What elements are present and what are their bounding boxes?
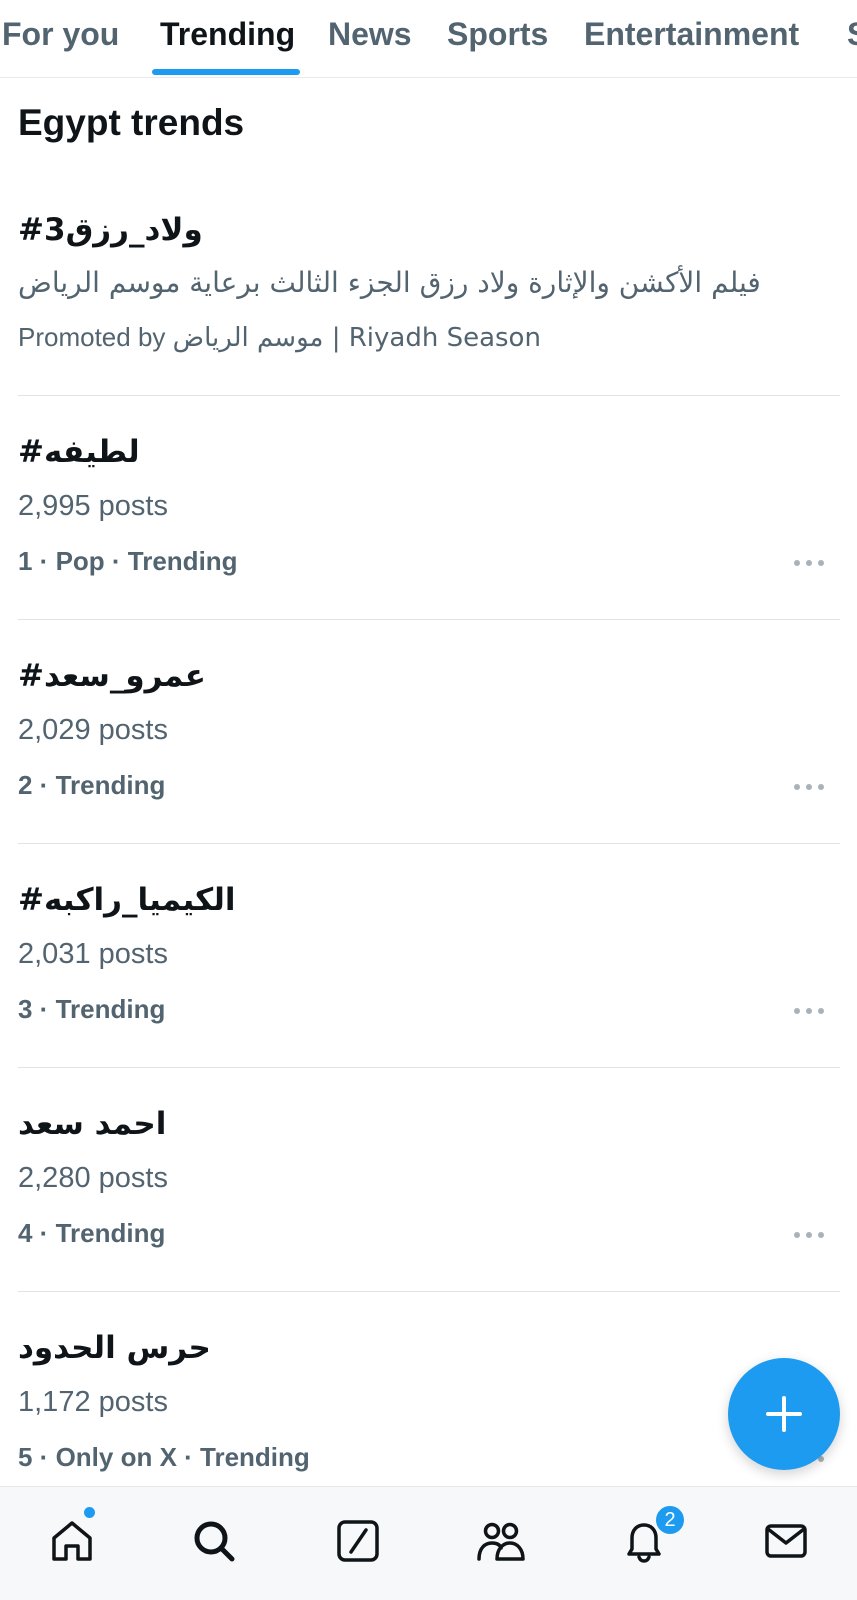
section-title: Egypt trends bbox=[18, 102, 245, 143]
promoted-description: فيلم الأكشن والإثارة ولاد رزق الجزء الثا… bbox=[18, 266, 761, 299]
nav-messages[interactable] bbox=[756, 1511, 816, 1571]
promoted-trend[interactable]: #ولاد_رزق3 فيلم الأكشن والإثارة ولاد رزق… bbox=[18, 196, 840, 396]
home-icon bbox=[52, 1521, 92, 1561]
tab-trending[interactable]: Trending bbox=[160, 14, 295, 54]
tab-next[interactable]: S bbox=[847, 14, 857, 54]
trend-meta: 4 · Trending bbox=[18, 1218, 166, 1248]
trend-post-count: 2,995 posts bbox=[18, 490, 168, 522]
active-tab-indicator bbox=[152, 69, 300, 75]
trend-item[interactable]: #لطيفه 2,995 posts 1 · Pop · Trending bbox=[18, 396, 840, 620]
communities-icon bbox=[477, 1522, 525, 1561]
trend-name: #ولاد_رزق3 bbox=[18, 212, 203, 248]
more-options-icon[interactable] bbox=[794, 1230, 824, 1240]
tab-for-you[interactable]: For you bbox=[2, 14, 119, 54]
promoted-by[interactable]: Promoted by موسم الرياض | Riyadh Season bbox=[18, 322, 541, 353]
trend-meta: 5 · Only on X · Trending bbox=[18, 1442, 310, 1472]
tab-sports[interactable]: Sports bbox=[447, 14, 548, 54]
notification-count-badge: 2 bbox=[654, 1504, 686, 1536]
trend-meta: 3 · Trending bbox=[18, 994, 166, 1024]
trend-meta: 1 · Pop · Trending bbox=[18, 546, 238, 576]
explore-tabs: For you Trending News Sports Entertainme… bbox=[0, 0, 857, 78]
promoted-by-name: موسم الرياض | Riyadh Season bbox=[172, 323, 541, 353]
messages-icon bbox=[765, 1524, 807, 1558]
trend-post-count: 2,029 posts bbox=[18, 714, 168, 746]
trend-item[interactable]: #عمرو_سعد 2,029 posts 2 · Trending bbox=[18, 620, 840, 844]
search-icon bbox=[194, 1521, 235, 1562]
compose-button[interactable] bbox=[728, 1358, 840, 1470]
nav-home[interactable] bbox=[42, 1511, 102, 1571]
plus-icon bbox=[766, 1396, 802, 1432]
grok-icon bbox=[337, 1520, 379, 1562]
explore-page: For you Trending News Sports Entertainme… bbox=[0, 0, 857, 1600]
trend-item[interactable]: #الكيميا_راكبه 2,031 posts 3 · Trending bbox=[18, 844, 840, 1068]
trend-name: حرس الحدود bbox=[18, 1330, 211, 1366]
promoted-by-label: Promoted by bbox=[18, 322, 166, 352]
trend-name: #عمرو_سعد bbox=[18, 658, 206, 694]
trend-post-count: 2,031 posts bbox=[18, 938, 168, 970]
more-options-icon[interactable] bbox=[794, 1006, 824, 1016]
trend-post-count: 2,280 posts bbox=[18, 1162, 168, 1194]
trend-item[interactable]: احمد سعد 2,280 posts 4 · Trending bbox=[18, 1068, 840, 1292]
more-options-icon[interactable] bbox=[794, 558, 824, 568]
bottom-navigation bbox=[0, 1486, 857, 1600]
tab-news[interactable]: News bbox=[328, 14, 412, 54]
nav-search[interactable] bbox=[184, 1511, 244, 1571]
trend-post-count: 1,172 posts bbox=[18, 1386, 168, 1418]
trend-name: #الكيميا_راكبه bbox=[18, 882, 236, 918]
home-unread-dot bbox=[84, 1507, 95, 1518]
trend-name: احمد سعد bbox=[18, 1106, 167, 1142]
nav-grok[interactable] bbox=[328, 1511, 388, 1571]
nav-communities[interactable] bbox=[471, 1511, 531, 1571]
trend-name: #لطيفه bbox=[18, 434, 140, 470]
more-options-icon[interactable] bbox=[794, 782, 824, 792]
tab-entertainment[interactable]: Entertainment bbox=[584, 14, 799, 54]
trend-meta: 2 · Trending bbox=[18, 770, 166, 800]
trend-item[interactable]: حرس الحدود 1,172 posts 5 · Only on X · T… bbox=[18, 1292, 840, 1492]
